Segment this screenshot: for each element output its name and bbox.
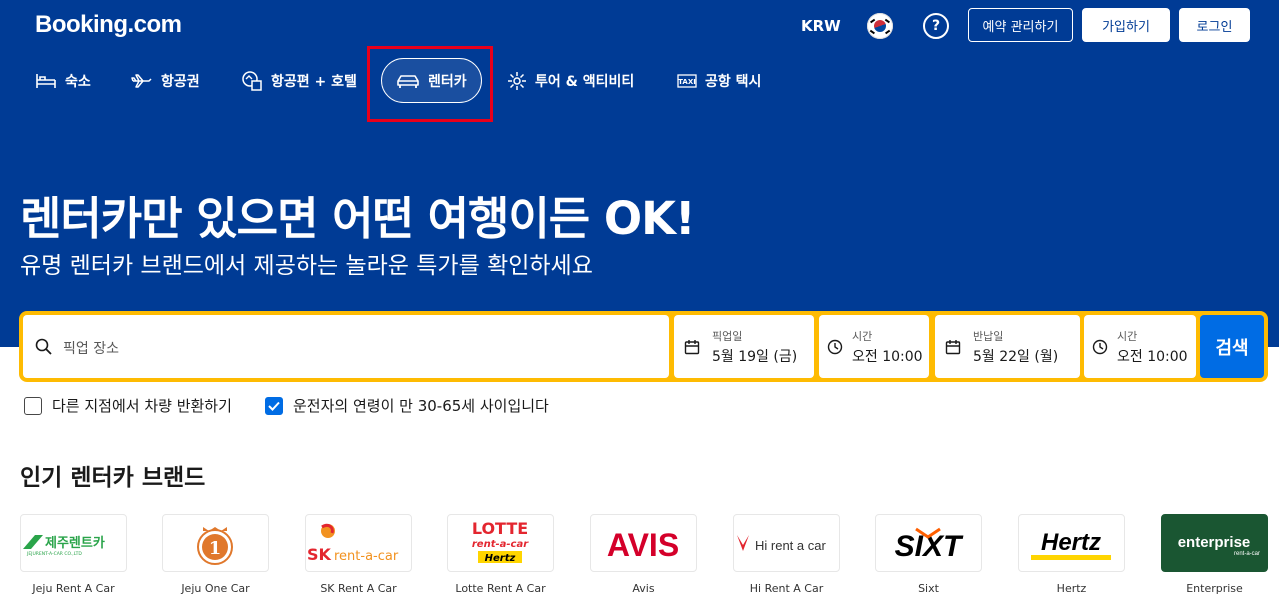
return-date-field[interactable]: 반납일 5월 22일 (월) xyxy=(935,315,1080,378)
brand-logo-text: Hertz xyxy=(1041,529,1101,556)
popular-brands-title: 인기 렌터카 브랜드 xyxy=(20,465,206,491)
different-location-checkbox[interactable] xyxy=(24,396,42,415)
brand-logo-hi-rent-a-car[interactable]: Hi rent a car xyxy=(733,514,840,572)
signin-button[interactable]: 로그인 xyxy=(1179,8,1250,42)
nav-flight-hotel-label: 항공편 + 호텔 xyxy=(271,74,357,90)
brand-logo-text: 제주렌트카 xyxy=(45,535,105,551)
brand-logo-avis[interactable]: AVIS xyxy=(590,514,697,572)
brand-name: SK Rent A Car xyxy=(320,582,397,595)
register-button[interactable]: 가입하기 xyxy=(1082,8,1170,42)
calendar-icon xyxy=(945,340,961,355)
search-icon xyxy=(35,338,52,355)
calendar-icon xyxy=(684,340,700,355)
nav-flights-label: 항공권 xyxy=(161,74,200,90)
brand-name: Hertz xyxy=(1056,582,1087,595)
pickup-time-value: 오전 10:00 xyxy=(852,349,923,365)
brand-logo-sixt[interactable]: SIXT xyxy=(875,514,982,572)
driver-age-label: 운전자의 연령이 만 30-65세 사이입니다 xyxy=(293,397,549,415)
checkmark-icon xyxy=(268,401,280,411)
brand-logo-text: enterprise xyxy=(1178,534,1251,551)
brand-logo-jeju-rent-a-car[interactable]: 제주렌트카 JEJURENT-A-CAR CO.,LTD xyxy=(20,514,127,572)
brand-logo-enterprise[interactable]: enterprise rent-a-car xyxy=(1161,514,1268,572)
nav-airport-taxi[interactable]: TAXI 공항 택시 xyxy=(677,58,761,104)
pickup-date-label: 픽업일 xyxy=(712,330,743,343)
currency-selector[interactable]: KRW xyxy=(801,17,841,35)
clock-icon xyxy=(827,339,843,355)
pickup-location-input[interactable]: 픽업 장소 xyxy=(23,315,669,378)
hero-subhead: 유명 렌터카 브랜드에서 제공하는 놀라운 특가를 확인하세요 xyxy=(20,253,593,279)
return-time-label: 시간 xyxy=(1117,330,1138,343)
brand-logo-lotte-rent-a-car[interactable]: LOTTE rent-a-car Hertz xyxy=(447,514,554,572)
driver-age-option[interactable]: 운전자의 연령이 만 30-65세 사이입니다 xyxy=(265,395,549,416)
different-location-option[interactable]: 다른 지점에서 차량 반환하기 xyxy=(24,395,232,416)
brand-logo-text: AVIS xyxy=(607,527,679,563)
flight-hotel-icon xyxy=(242,71,262,91)
brand-logo-subtext: rent-a-car xyxy=(334,549,399,564)
nav-attractions-label: 투어 & 액티비티 xyxy=(535,74,635,90)
pickup-date-value: 5월 19일 (금) xyxy=(712,349,798,365)
brand-logo-text: 1 xyxy=(209,538,222,559)
return-time-value: 오전 10:00 xyxy=(1117,349,1188,365)
driver-age-checkbox[interactable] xyxy=(265,396,283,415)
brand-name: Avis xyxy=(632,582,655,595)
brand-logo-subtext: rent-a-car xyxy=(1234,551,1260,557)
return-date-value: 5월 22일 (월) xyxy=(973,349,1059,365)
brand-name: Hi Rent A Car xyxy=(749,582,824,595)
manage-booking-button[interactable]: 예약 관리하기 xyxy=(968,8,1073,42)
brand-logo-subtext: JEJURENT-A-CAR CO.,LTD xyxy=(26,551,82,557)
brand-name: Jeju Rent A Car xyxy=(32,582,115,595)
return-time-field[interactable]: 시간 오전 10:00 xyxy=(1084,315,1196,378)
hero-headline: 렌터카만 있으면 어떤 여행이든 OK! xyxy=(20,192,696,245)
plane-icon xyxy=(131,74,152,88)
booking-logo[interactable]: Booking.com xyxy=(35,11,182,39)
clock-icon xyxy=(1092,339,1108,355)
nav-airport-taxi-label: 공항 택시 xyxy=(705,74,762,90)
return-date-label: 반납일 xyxy=(973,330,1004,343)
nav-stays-label: 숙소 xyxy=(65,74,91,90)
brand-name: Sixt xyxy=(918,582,939,595)
hero-banner xyxy=(0,0,1279,347)
different-location-label: 다른 지점에서 차량 반환하기 xyxy=(52,397,232,415)
brand-logo-text: Hi rent a car xyxy=(755,538,826,553)
pickup-time-field[interactable]: 시간 오전 10:00 xyxy=(819,315,929,378)
brand-name: Enterprise xyxy=(1186,582,1243,595)
korea-flag-icon[interactable] xyxy=(867,13,893,39)
nav-flights[interactable]: 항공권 xyxy=(131,58,200,104)
brand-logo-sk-rent-a-car[interactable]: SK rent-a-car xyxy=(305,514,412,572)
search-button[interactable]: 검색 xyxy=(1200,315,1264,378)
brand-logo-subtext: rent-a-car xyxy=(472,539,529,550)
highlight-box xyxy=(367,46,493,122)
brand-name: Jeju One Car xyxy=(181,582,250,595)
brand-name: Lotte Rent A Car xyxy=(455,582,546,595)
brand-logo-text: SK xyxy=(307,545,332,564)
brand-logo-hertz[interactable]: Hertz xyxy=(1018,514,1125,572)
taxi-icon: TAXI xyxy=(677,74,697,88)
attractions-icon xyxy=(508,72,526,90)
nav-attractions[interactable]: 투어 & 액티비티 xyxy=(507,58,634,104)
brand-logo-jeju-one-car[interactable]: 1 xyxy=(162,514,269,572)
pickup-placeholder: 픽업 장소 xyxy=(63,341,119,357)
svg-text:TAXI: TAXI xyxy=(678,78,696,86)
help-icon[interactable]: ? xyxy=(923,13,949,39)
brand-logo-text: LOTTE xyxy=(472,519,528,538)
nav-flight-hotel[interactable]: 항공편 + 호텔 xyxy=(241,58,357,104)
search-bar: 픽업 장소 픽업일 5월 19일 (금) 시간 오전 10:00 반납일 5월 … xyxy=(19,311,1268,382)
pickup-date-field[interactable]: 픽업일 5월 19일 (금) xyxy=(674,315,814,378)
brand-logo-tag: Hertz xyxy=(485,553,516,564)
bed-icon xyxy=(36,74,56,88)
pickup-time-label: 시간 xyxy=(852,330,873,343)
nav-stays[interactable]: 숙소 xyxy=(35,58,91,104)
